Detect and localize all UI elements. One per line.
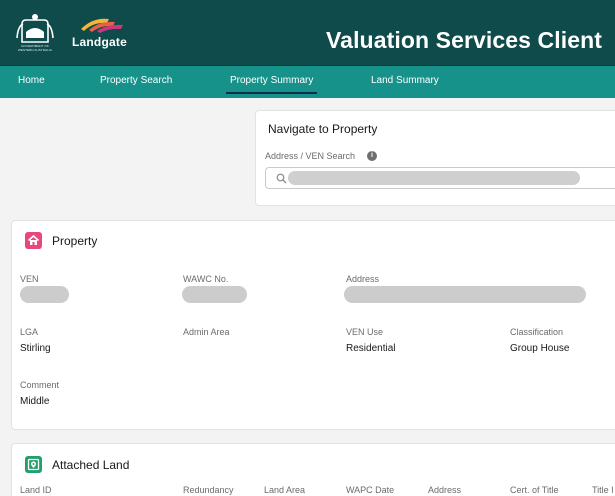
- lga-label: LGA: [20, 327, 39, 337]
- address-ven-search-input[interactable]: [265, 167, 615, 189]
- search-label: Address / VEN Search: [265, 151, 356, 161]
- brand-name[interactable]: Landgate: [72, 35, 127, 49]
- wawc-value-redacted: [182, 286, 247, 303]
- column-header-land-id: Land ID: [20, 485, 52, 495]
- column-header-address: Address: [428, 485, 462, 495]
- page-title: Valuation Services Client: [326, 27, 603, 53]
- column-header-land-area: Land Area: [264, 485, 306, 495]
- ven-label: VEN: [20, 274, 39, 284]
- comment-label: Comment: [20, 380, 60, 390]
- navigate-title: Navigate to Property: [268, 122, 378, 136]
- property-card: [11, 220, 615, 430]
- nav-home[interactable]: Home: [18, 66, 45, 98]
- ven-value-redacted: [20, 286, 69, 303]
- column-header-redundancy: Redundancy: [183, 485, 234, 495]
- home-icon: [25, 232, 42, 249]
- column-header-title-id: Title I: [592, 485, 614, 495]
- column-header-cert-of-title: Cert. of Title: [510, 485, 559, 495]
- classification-label: Classification: [510, 327, 564, 337]
- nav-land-summary[interactable]: Land Summary: [371, 66, 439, 98]
- column-header-wapc-date: WAPC Date: [346, 485, 395, 495]
- classification-value: Group House: [510, 343, 570, 354]
- main-nav: Home Property Search Property Summary La…: [0, 66, 615, 98]
- attached-land-title: Attached Land: [52, 458, 130, 472]
- app-header: GOVERNMENT OF WESTERN AUSTRALIA Landgate…: [0, 0, 615, 66]
- crest-caption: GOVERNMENT OF WESTERN AUSTRALIA: [17, 44, 53, 52]
- ven-use-label: VEN Use: [346, 327, 384, 337]
- search-icon: [276, 173, 287, 184]
- nav-property-search[interactable]: Property Search: [100, 66, 172, 98]
- wawc-label: WAWC No.: [183, 274, 229, 284]
- search-value-redacted: [288, 171, 580, 185]
- ven-use-value: Residential: [346, 343, 396, 354]
- property-title: Property: [52, 234, 98, 248]
- map-pin-icon: [25, 456, 42, 473]
- landgate-logo-icon: [81, 18, 123, 33]
- address-value-redacted: [344, 286, 586, 303]
- comment-value: Middle: [20, 396, 50, 407]
- wa-government-crest-icon: GOVERNMENT OF WESTERN AUSTRALIA: [14, 12, 56, 54]
- nav-property-summary[interactable]: Property Summary: [225, 66, 318, 98]
- info-icon[interactable]: i: [367, 151, 377, 161]
- admin-area-label: Admin Area: [183, 327, 230, 337]
- lga-value: Stirling: [20, 343, 51, 354]
- address-label: Address: [346, 274, 380, 284]
